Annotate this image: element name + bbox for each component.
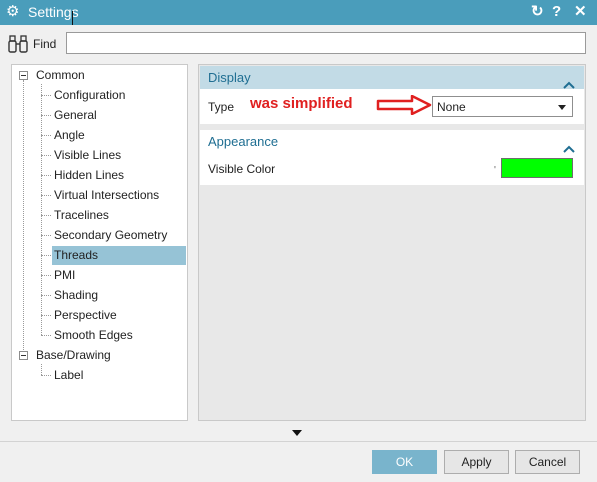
collapse-common-icon[interactable] xyxy=(19,71,28,80)
annotation-text: was simplified xyxy=(250,95,353,112)
tree-item-virtual-intersections[interactable]: Virtual Intersections xyxy=(52,186,186,205)
type-select[interactable]: None xyxy=(432,96,573,117)
help-icon[interactable]: ? xyxy=(552,3,561,21)
binoculars-icon xyxy=(8,34,30,54)
appearance-section: Appearance Visible Color ' xyxy=(200,130,584,185)
color-marker-icon: ' xyxy=(494,165,496,176)
close-icon[interactable]: ✕ xyxy=(574,3,587,21)
type-label: Type xyxy=(208,100,235,114)
visible-color-label: Visible Color xyxy=(208,162,276,176)
find-label: Find xyxy=(33,37,57,51)
gear-icon: ⚙ xyxy=(6,3,20,20)
tree-item-secondary-geometry[interactable]: Secondary Geometry xyxy=(52,226,186,245)
chevron-down-icon xyxy=(558,105,566,110)
text-cursor xyxy=(72,11,73,25)
appearance-section-body: Visible Color ' xyxy=(200,153,584,185)
window-title: Settings xyxy=(28,4,79,20)
title-bar: ⚙ Settings ↻ ? ✕ xyxy=(0,0,597,25)
annotation-arrow-icon xyxy=(376,94,432,118)
tree-item-pmi[interactable]: PMI xyxy=(52,266,186,285)
tree-item-visible-lines[interactable]: Visible Lines xyxy=(52,146,186,165)
tree-item-angle[interactable]: Angle xyxy=(52,126,186,145)
find-input[interactable] xyxy=(66,32,586,54)
appearance-section-title: Appearance xyxy=(208,134,279,149)
tree-item-tracelines[interactable]: Tracelines xyxy=(52,206,186,225)
display-section-body: Type was simplified None xyxy=(200,89,584,124)
tree-item-smooth-edges[interactable]: Smooth Edges xyxy=(52,326,186,345)
tree-item-label[interactable]: Label xyxy=(52,366,186,385)
tree-item-hidden-lines[interactable]: Hidden Lines xyxy=(52,166,186,185)
ok-button[interactable]: OK xyxy=(372,450,437,474)
reset-icon[interactable]: ↻ xyxy=(531,3,544,21)
find-bar: Find xyxy=(0,25,597,61)
display-section-header[interactable]: Display xyxy=(200,66,584,89)
tree-group-base-drawing[interactable]: Base/Drawing xyxy=(34,346,168,365)
settings-panel: Display Type was simplified None Appeara… xyxy=(198,64,586,421)
tree-item-perspective[interactable]: Perspective xyxy=(52,306,186,325)
collapse-base-drawing-icon[interactable] xyxy=(19,351,28,360)
tree-item-configuration[interactable]: Configuration xyxy=(52,86,186,105)
display-section-title: Display xyxy=(208,70,251,85)
display-section: Display Type was simplified None xyxy=(200,66,584,124)
expand-more-icon[interactable] xyxy=(292,430,302,436)
tree-item-general[interactable]: General xyxy=(52,106,186,125)
visible-color-swatch[interactable] xyxy=(501,158,573,178)
footer-divider xyxy=(0,441,597,442)
tree-item-shading[interactable]: Shading xyxy=(52,286,186,305)
settings-tree[interactable]: Common Configuration General Angle Visib… xyxy=(11,64,188,421)
find-button[interactable]: Find xyxy=(8,33,56,55)
tree-group-common[interactable]: Common xyxy=(34,66,168,85)
apply-button[interactable]: Apply xyxy=(444,450,509,474)
tree-item-threads[interactable]: Threads xyxy=(52,246,186,265)
cancel-button[interactable]: Cancel xyxy=(515,450,580,474)
appearance-section-header[interactable]: Appearance xyxy=(200,130,584,153)
type-select-value: None xyxy=(437,100,466,114)
